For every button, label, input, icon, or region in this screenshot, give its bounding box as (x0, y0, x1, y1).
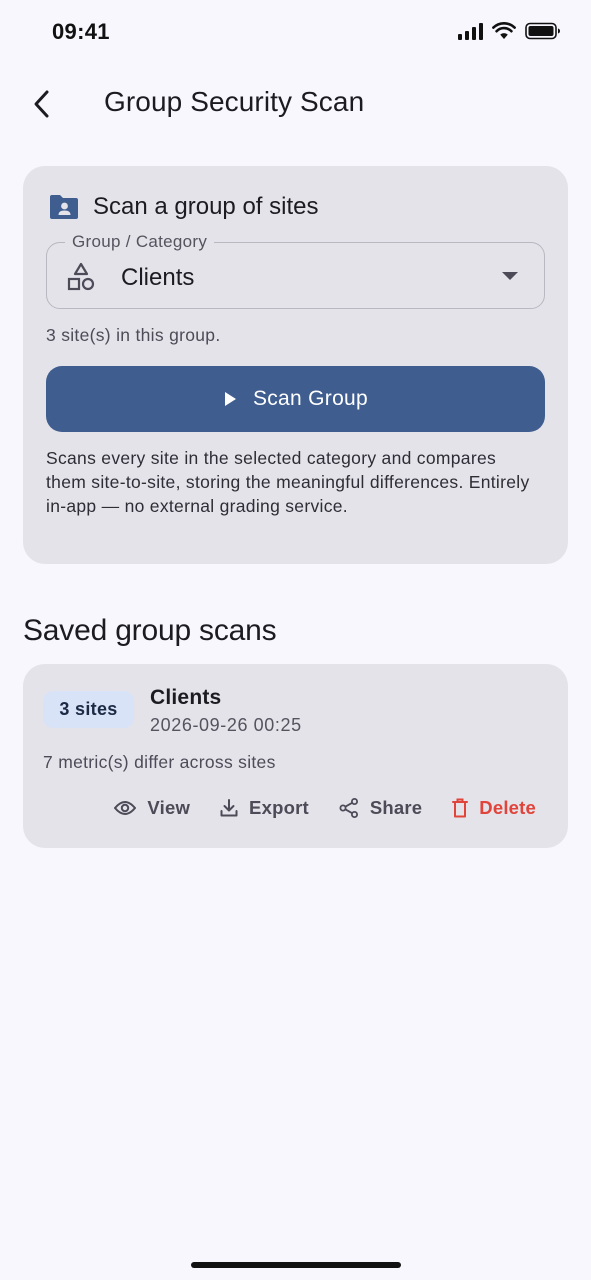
status-bar: 09:41 (0, 0, 591, 66)
scan-group-button[interactable]: Scan Group (46, 366, 545, 432)
eye-icon (114, 801, 137, 815)
home-indicator (191, 1262, 401, 1268)
export-label: Export (249, 797, 309, 818)
back-button[interactable] (22, 84, 62, 124)
category-icon (67, 262, 95, 291)
status-icons (458, 22, 561, 40)
saved-scan-summary: 7 metric(s) differ across sites (43, 752, 276, 772)
cellular-signal-icon (458, 22, 483, 40)
share-button[interactable]: Share (339, 797, 422, 819)
page-title: Group Security Scan (104, 86, 365, 117)
status-time: 09:41 (52, 19, 110, 44)
scan-group-card: Scan a group of sites Group / Category C… (23, 166, 568, 564)
card-header: Scan a group of sites (49, 193, 318, 221)
view-button[interactable]: View (114, 797, 190, 819)
group-site-count: 3 site(s) in this group. (46, 325, 221, 345)
view-label: View (147, 797, 191, 818)
screen: 09:41 Group Security Scan Scan a group o… (0, 0, 591, 1280)
sites-count-badge: 3 sites (43, 691, 134, 728)
delete-button[interactable]: Delete (452, 797, 536, 819)
saved-scan-name: Clients (150, 686, 222, 709)
download-icon (220, 799, 238, 817)
battery-icon (525, 22, 560, 40)
saved-scan-card[interactable]: 3 sites Clients 2026-09-26 00:25 7 metri… (23, 664, 568, 848)
play-icon (224, 392, 236, 406)
share-icon (339, 798, 358, 818)
delete-label: Delete (479, 797, 536, 818)
share-label: Share (369, 797, 423, 818)
selected-group-value: Clients (121, 264, 195, 291)
saved-scan-date: 2026-09-26 00:25 (150, 715, 302, 735)
wifi-icon (492, 22, 516, 39)
saved-scans-heading: Saved group scans (23, 614, 277, 647)
group-category-select[interactable]: Group / Category Clients (46, 232, 545, 309)
scan-description: Scans every site in the selected categor… (46, 448, 530, 516)
dropdown-caret-icon (502, 272, 518, 280)
card-title: Scan a group of sites (93, 193, 319, 220)
app-bar: Group Security Scan (0, 66, 591, 142)
scan-group-label: Scan Group (252, 387, 369, 410)
export-button[interactable]: Export (220, 797, 309, 819)
folder-shared-icon (50, 195, 78, 219)
saved-scan-actions: View Export Share Delete (114, 797, 536, 819)
back-arrow-icon (34, 90, 49, 118)
trash-icon (452, 798, 469, 818)
select-label: Group / Category (65, 232, 215, 252)
